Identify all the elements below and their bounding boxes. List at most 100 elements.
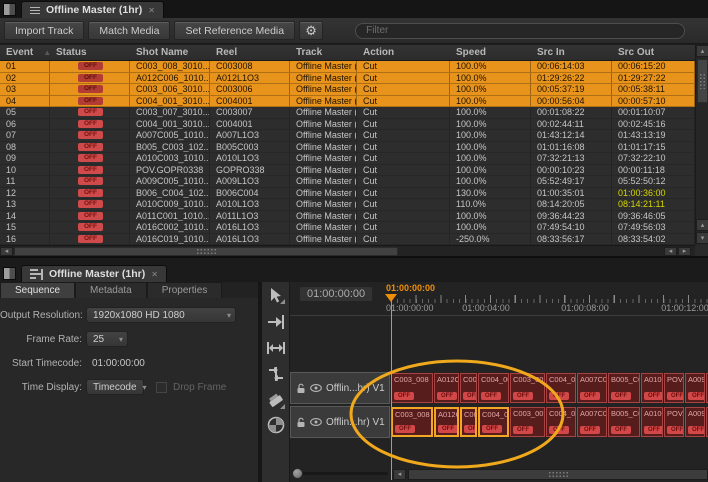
scroll-left-icon[interactable]: ◂ (0, 247, 13, 256)
close-icon[interactable]: ✕ (151, 270, 158, 279)
gear-icon[interactable]: ⚙ (299, 21, 323, 40)
column-header-track[interactable]: Track (290, 45, 357, 60)
panel-toggle-icon[interactable] (3, 267, 16, 280)
media-globe-icon[interactable] (265, 414, 287, 436)
lock-icon[interactable] (296, 383, 306, 394)
table-row[interactable]: 12OFFB006_C004_102...B006C004Offline Mas… (0, 188, 695, 200)
frame-rate-value: 25 (93, 334, 104, 345)
timeline-clip[interactable]: C003_008OFF (391, 407, 433, 437)
positioner-timecode-field[interactable]: 01:00:00:00 (300, 287, 372, 301)
track-1-header[interactable]: Offlin...hr) V1 (290, 372, 390, 404)
match-media-button[interactable]: Match Media (88, 21, 170, 40)
table-row[interactable]: 15OFFA016C002_1010...A016L1O3Offline Mas… (0, 222, 695, 234)
filter-input[interactable] (355, 23, 685, 39)
timeline-clip[interactable]: A010C003OFF (641, 407, 663, 437)
menu-icon[interactable] (30, 5, 40, 16)
table-row[interactable]: 11OFFA009C005_1010...A009L1O3Offline Mas… (0, 176, 695, 188)
table-row[interactable]: 13OFFA010C009_1010...A010L1O3Offline Mas… (0, 199, 695, 211)
vertical-scroll-thumb[interactable] (697, 59, 708, 103)
import-track-button[interactable]: Import Track (4, 21, 84, 40)
timeline-clip[interactable]: C003_007OFF (510, 407, 545, 437)
timeline-clip[interactable]: C004_001OFF (546, 407, 576, 437)
frame-rate-select[interactable]: 25 ▾ (86, 331, 128, 347)
scroll-up-icon-bottom[interactable]: ▴ (696, 219, 708, 231)
insert-tool-icon[interactable] (265, 311, 287, 333)
top-sequence-tab[interactable]: Offline Master (1hr) ✕ (21, 1, 164, 18)
table-row[interactable]: 05OFFC003_007_3010...C003007Offline Mast… (0, 107, 695, 119)
column-header-src-in[interactable]: Src In (531, 45, 612, 60)
timeline-clip[interactable]: A012C006OFF (434, 407, 459, 437)
column-header-speed[interactable]: Speed (450, 45, 531, 60)
tab-metadata[interactable]: Metadata (75, 282, 147, 298)
column-header-status[interactable]: Status (50, 45, 130, 60)
timeline-clip[interactable]: POV.GOPR0338OFF (664, 373, 684, 403)
timeline-clip[interactable]: C003_008OFF (391, 373, 433, 403)
close-icon[interactable]: ✕ (148, 6, 155, 15)
timeline-clip[interactable]: A009C005OFF (685, 407, 705, 437)
table-row[interactable]: 04OFFC004_001_3010...C004001Offline Mast… (0, 96, 695, 108)
timeline-clip[interactable]: POV.GOPR0338OFF (664, 407, 684, 437)
output-resolution-select[interactable]: 1920x1080 HD 1080 ▾ (86, 307, 236, 323)
table-row[interactable]: 14OFFA011C001_1010...A011L1O3Offline Mas… (0, 211, 695, 223)
timeline-clip[interactable]: A009C005OFF (685, 373, 705, 403)
timeline-ruler[interactable] (391, 294, 708, 303)
status-off-badge: OFF (78, 120, 103, 128)
table-vertical-scrollbar[interactable]: ▴ ▴ ▾ (695, 45, 708, 245)
eye-icon[interactable] (310, 384, 322, 392)
column-header-reel[interactable]: Reel (210, 45, 290, 60)
drop-frame-checkbox[interactable] (156, 382, 167, 393)
timeline-clip[interactable]: C003_007OFF (510, 373, 545, 403)
eye-icon[interactable] (310, 418, 322, 426)
table-row[interactable]: 06OFFC004_001_3010...C004001Offline Mast… (0, 119, 695, 131)
pointer-tool-icon[interactable] (265, 285, 287, 307)
table-row[interactable]: 02OFFA012C006_1010...A012L1O3Offline Mas… (0, 73, 695, 85)
timeline-clip[interactable]: C004_001OFF (478, 373, 509, 403)
timeline-clip[interactable]: C004_001OFF (546, 373, 576, 403)
column-header-event[interactable]: Event▲ (0, 45, 50, 60)
scroll-down-icon[interactable]: ▾ (696, 232, 708, 244)
timeline-clip[interactable]: A007C005OFF (577, 373, 607, 403)
timeline-clip[interactable]: C003_006OFF (460, 407, 477, 437)
table-row[interactable]: 01OFFC003_008_3010...C003008Offline Mast… (0, 61, 695, 73)
trim-tool-icon[interactable] (265, 337, 287, 359)
table-horizontal-scrollbar[interactable]: ◂ ◂ ▸ (0, 245, 695, 256)
timeline-clip[interactable]: B005_C003OFF (608, 373, 640, 403)
timeline-clip[interactable]: A007C005OFF (577, 407, 607, 437)
timeline-clip[interactable]: C004_001OFF (478, 407, 509, 437)
column-header-src-out[interactable]: Src Out (612, 45, 695, 60)
timeline-clip[interactable]: A010C003OFF (641, 373, 663, 403)
start-timecode-label: Start Timecode: (0, 358, 82, 369)
horizontal-scroll-thumb[interactable] (14, 247, 398, 256)
scroll-left-icon[interactable]: ◂ (393, 469, 406, 480)
table-row[interactable]: 07OFFA007C005_1010...A007L1O3Offline Mas… (0, 130, 695, 142)
start-timecode-value[interactable]: 01:00:00:00 (86, 358, 145, 369)
scroll-up-icon[interactable]: ▴ (696, 45, 708, 57)
bottom-sequence-tab[interactable]: Offline Master (1hr) ✕ (21, 265, 167, 282)
tab-sequence[interactable]: Sequence (0, 282, 75, 298)
scroll-left-icon-right[interactable]: ◂ (664, 247, 677, 256)
track-2-header[interactable]: Offlin...hr) V1 (290, 406, 390, 438)
table-row[interactable]: 08OFFB005_C003_102...B005C003Offline Mas… (0, 142, 695, 154)
table-row[interactable]: 10OFFPOV.GOPR0338GOPRO338Offline Master … (0, 165, 695, 177)
panel-toggle-icon[interactable] (3, 3, 16, 16)
lock-icon[interactable] (296, 417, 306, 428)
timeline-scroll-thumb[interactable] (408, 469, 708, 480)
zoom-slider-knob[interactable] (292, 468, 303, 479)
timeline-clip[interactable]: B005_C003OFF (608, 407, 640, 437)
table-row[interactable]: 03OFFC003_006_3010...C003006Offline Mast… (0, 84, 695, 96)
slip-tool-icon[interactable] (265, 363, 287, 385)
table-row[interactable]: 09OFFA010C003_1010...A010L1O3Offline Mas… (0, 153, 695, 165)
table-row[interactable]: 16OFFA016C019_1010...A016L1O3Offline Mas… (0, 234, 695, 246)
timeline-clip[interactable]: C003_006OFF (460, 373, 477, 403)
timeline-zoom-slider[interactable] (292, 472, 388, 475)
playhead-line[interactable] (391, 294, 392, 480)
timeline-clip[interactable]: A012C006OFF (434, 373, 459, 403)
column-header-shot-name[interactable]: Shot Name (130, 45, 210, 60)
scroll-right-icon[interactable]: ▸ (678, 247, 691, 256)
set-reference-media-button[interactable]: Set Reference Media (174, 21, 295, 40)
speed-cell: 100.0% (450, 96, 531, 107)
tab-properties[interactable]: Properties (147, 282, 223, 298)
time-display-select[interactable]: Timecode ▾ (86, 379, 144, 395)
column-header-action[interactable]: Action (357, 45, 450, 60)
razor-tool-icon[interactable] (265, 389, 287, 411)
